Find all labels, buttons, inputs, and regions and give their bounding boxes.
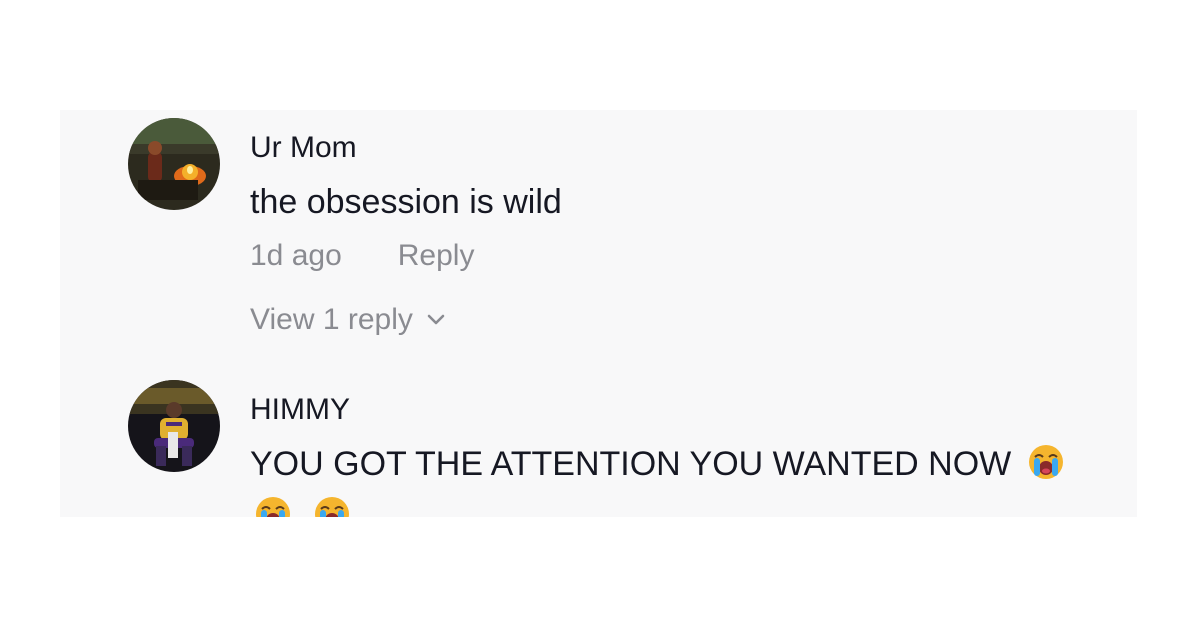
comments-panel: Ur Mom the obsession is wild 1d ago Reply… <box>60 110 1137 517</box>
view-replies-button[interactable]: View 1 reply <box>250 302 447 338</box>
seated-player-avatar-icon <box>128 380 220 472</box>
chevron-down-icon <box>425 313 447 327</box>
comment-author[interactable]: Ur Mom <box>250 130 357 166</box>
loudly-crying-face-icon <box>1027 443 1065 481</box>
comment-timestamp: 1d ago <box>250 239 342 272</box>
loudly-crying-face-icon <box>313 495 351 517</box>
avatar[interactable] <box>128 380 220 472</box>
reply-button[interactable]: Reply <box>398 239 475 272</box>
comment-author[interactable]: HIMMY <box>250 392 350 428</box>
comment-meta: 1d ago Reply <box>250 238 474 274</box>
avatar[interactable] <box>128 118 220 210</box>
comment-text: the obsession is wild <box>250 183 562 221</box>
comment-text-content: YOU GOT THE ATTENTION YOU WANTED NOW <box>250 445 1012 483</box>
comment-text: YOU GOT THE ATTENTION YOU WANTED NOW <box>250 438 1097 517</box>
view-replies-label: View 1 reply <box>250 303 413 336</box>
campfire-avatar-icon <box>128 118 220 210</box>
loudly-crying-face-icon <box>254 495 292 517</box>
